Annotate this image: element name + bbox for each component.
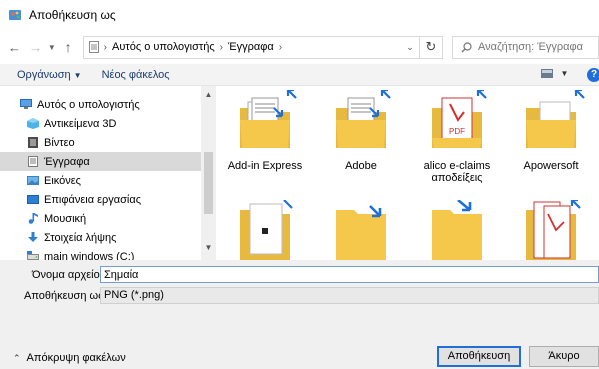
filename-label: Όνομα αρχείου: (32, 269, 109, 281)
navigation-pane-scrollbar[interactable]: ▲ ▼ (201, 86, 216, 260)
file-list-pane: Add-in Express Adobe PDF alico e-claims … (216, 86, 599, 260)
folder-item[interactable]: PDF alico e-claims αποδείξεις (412, 90, 502, 184)
sidebar-item-label: main windows (C:) (44, 250, 135, 261)
sidebar-item-3d-objects[interactable]: Αντικείμενα 3D (0, 114, 216, 133)
folder-item[interactable]: Adobe (316, 90, 406, 172)
refresh-icon[interactable]: ↻ (419, 35, 443, 59)
sidebar-item-label: Βίντεο (44, 136, 75, 149)
sidebar-item-music[interactable]: Μουσική (0, 209, 216, 228)
sidebar-item-downloads[interactable]: Στοιχεία λήψης (0, 228, 216, 247)
address-dropdown-chevron-icon[interactable]: ⌄ (401, 42, 419, 53)
documents-location-icon (88, 41, 99, 53)
search-icon (461, 41, 472, 52)
sidebar-item-label: Έγγραφα (44, 155, 90, 168)
up-arrow-icon[interactable]: ↑ (58, 36, 79, 58)
folder-item[interactable] (412, 200, 502, 260)
sidebar-item-label: Εικόνες (44, 174, 81, 187)
save-form: Όνομα αρχείου: Αποθήκευση ως: PNG (*.png… (0, 260, 599, 369)
sidebar-item-label: Επιφάνεια εργασίας (44, 193, 142, 206)
folder-icon (432, 200, 482, 260)
scroll-down-arrow-icon[interactable]: ▼ (201, 243, 216, 257)
new-folder-button[interactable]: Νέος φάκελος (102, 69, 170, 81)
folder-label: Adobe (345, 160, 377, 172)
back-arrow-icon[interactable]: ← (4, 36, 25, 58)
search-box[interactable] (451, 35, 599, 59)
address-bar[interactable]: › Αυτός ο υπολογιστής › Έγγραφα › ⌄ (82, 35, 420, 59)
organize-label: Οργάνωση (17, 68, 71, 81)
sidebar-item-label: Αντικείμενα 3D (44, 117, 117, 130)
folder-docs-icon (240, 90, 297, 148)
chevron-down-icon: ▼ (560, 69, 569, 78)
cancel-button[interactable]: Άκυρο (529, 346, 599, 367)
sidebar-item-videos[interactable]: Βίντεο (0, 133, 216, 152)
sidebar-item-desktop[interactable]: Επιφάνεια εργασίας (0, 190, 216, 209)
video-icon (28, 137, 38, 148)
breadcrumb-this-pc[interactable]: Αυτός ο υπολογιστής (112, 41, 215, 53)
chevron-up-icon: ⌃ (13, 353, 21, 363)
paint-app-icon (9, 10, 21, 20)
folder-pdf-icon: PDF (432, 90, 487, 148)
folder-icon (240, 200, 293, 260)
sidebar-item-label: Στοιχεία λήψης (44, 231, 117, 244)
hide-folders-label: Απόκρυψη φακέλων (26, 352, 126, 364)
folder-pdf-icon (526, 200, 581, 260)
folder-item[interactable]: Add-in Express (220, 90, 310, 172)
music-icon (28, 213, 38, 224)
folder-icon (526, 90, 585, 148)
hide-folders-toggle[interactable]: ⌃ Απόκρυψη φακέλων (13, 352, 126, 364)
forward-arrow-icon[interactable]: → (25, 36, 46, 58)
desktop-icon (27, 195, 39, 204)
breadcrumb-separator-icon: › (219, 41, 224, 53)
folder-label: Apowersoft (523, 160, 579, 172)
filename-input[interactable] (100, 266, 599, 283)
breadcrumb-separator-icon: › (103, 41, 108, 53)
scrollbar-thumb[interactable] (204, 152, 213, 214)
document-icon (28, 156, 38, 167)
svg-text:PDF: PDF (449, 127, 465, 136)
save-button[interactable]: Αποθήκευση (437, 346, 521, 367)
navigation-pane: Αυτός ο υπολογιστής Αντικείμενα 3D Βίντε… (0, 86, 216, 260)
sidebar-item-drive-c[interactable]: main windows (C:) (0, 247, 216, 260)
computer-icon (20, 99, 32, 109)
recent-locations-chevron-icon[interactable]: ▼ (46, 36, 57, 58)
chevron-down-icon: ▼ (73, 70, 82, 80)
navigation-bar: ← → ▼ ↑ › Αυτός ο υπολογιστής › Έγγραφα … (0, 30, 599, 64)
pictures-icon (27, 176, 39, 185)
help-icon[interactable]: ? (587, 68, 599, 82)
folder-icon (336, 205, 386, 260)
folder-label: Add-in Express (227, 160, 303, 172)
sidebar-item-label: Μουσική (44, 212, 87, 225)
sidebar-item-pictures[interactable]: Εικόνες (0, 171, 216, 190)
filetype-label: Αποθήκευση ως: (24, 290, 107, 302)
folder-docs-icon (336, 90, 391, 148)
sidebar-item-documents[interactable]: Έγγραφα (0, 152, 216, 171)
cube-icon (27, 118, 39, 129)
title-bar: Αποθήκευση ως (0, 0, 599, 30)
folder-item[interactable] (220, 200, 310, 260)
drive-icon (27, 251, 39, 260)
folder-item[interactable] (506, 200, 596, 260)
breadcrumb-separator-icon[interactable]: › (279, 42, 282, 53)
folder-label: alico e-claims αποδείξεις (423, 160, 491, 184)
breadcrumb-documents[interactable]: Έγγραφα (228, 41, 274, 53)
organize-menu-button[interactable]: Οργάνωση ▼ (17, 69, 82, 81)
sidebar-item-this-pc[interactable]: Αυτός ο υπολογιστής (0, 95, 216, 114)
window-title: Αποθήκευση ως (29, 8, 116, 22)
folder-item[interactable] (316, 200, 406, 260)
folder-item[interactable]: Apowersoft (506, 90, 596, 172)
filetype-select[interactable]: PNG (*.png) (100, 287, 599, 304)
download-icon (28, 232, 38, 242)
view-options-button[interactable]: ▼ (541, 68, 569, 79)
search-input[interactable] (477, 41, 598, 53)
view-list-icon (541, 69, 553, 79)
scroll-up-arrow-icon[interactable]: ▲ (201, 90, 216, 104)
command-bar: Οργάνωση ▼ Νέος φάκελος ▼ ? (0, 64, 599, 86)
sidebar-item-label: Αυτός ο υπολογιστής (37, 98, 140, 111)
